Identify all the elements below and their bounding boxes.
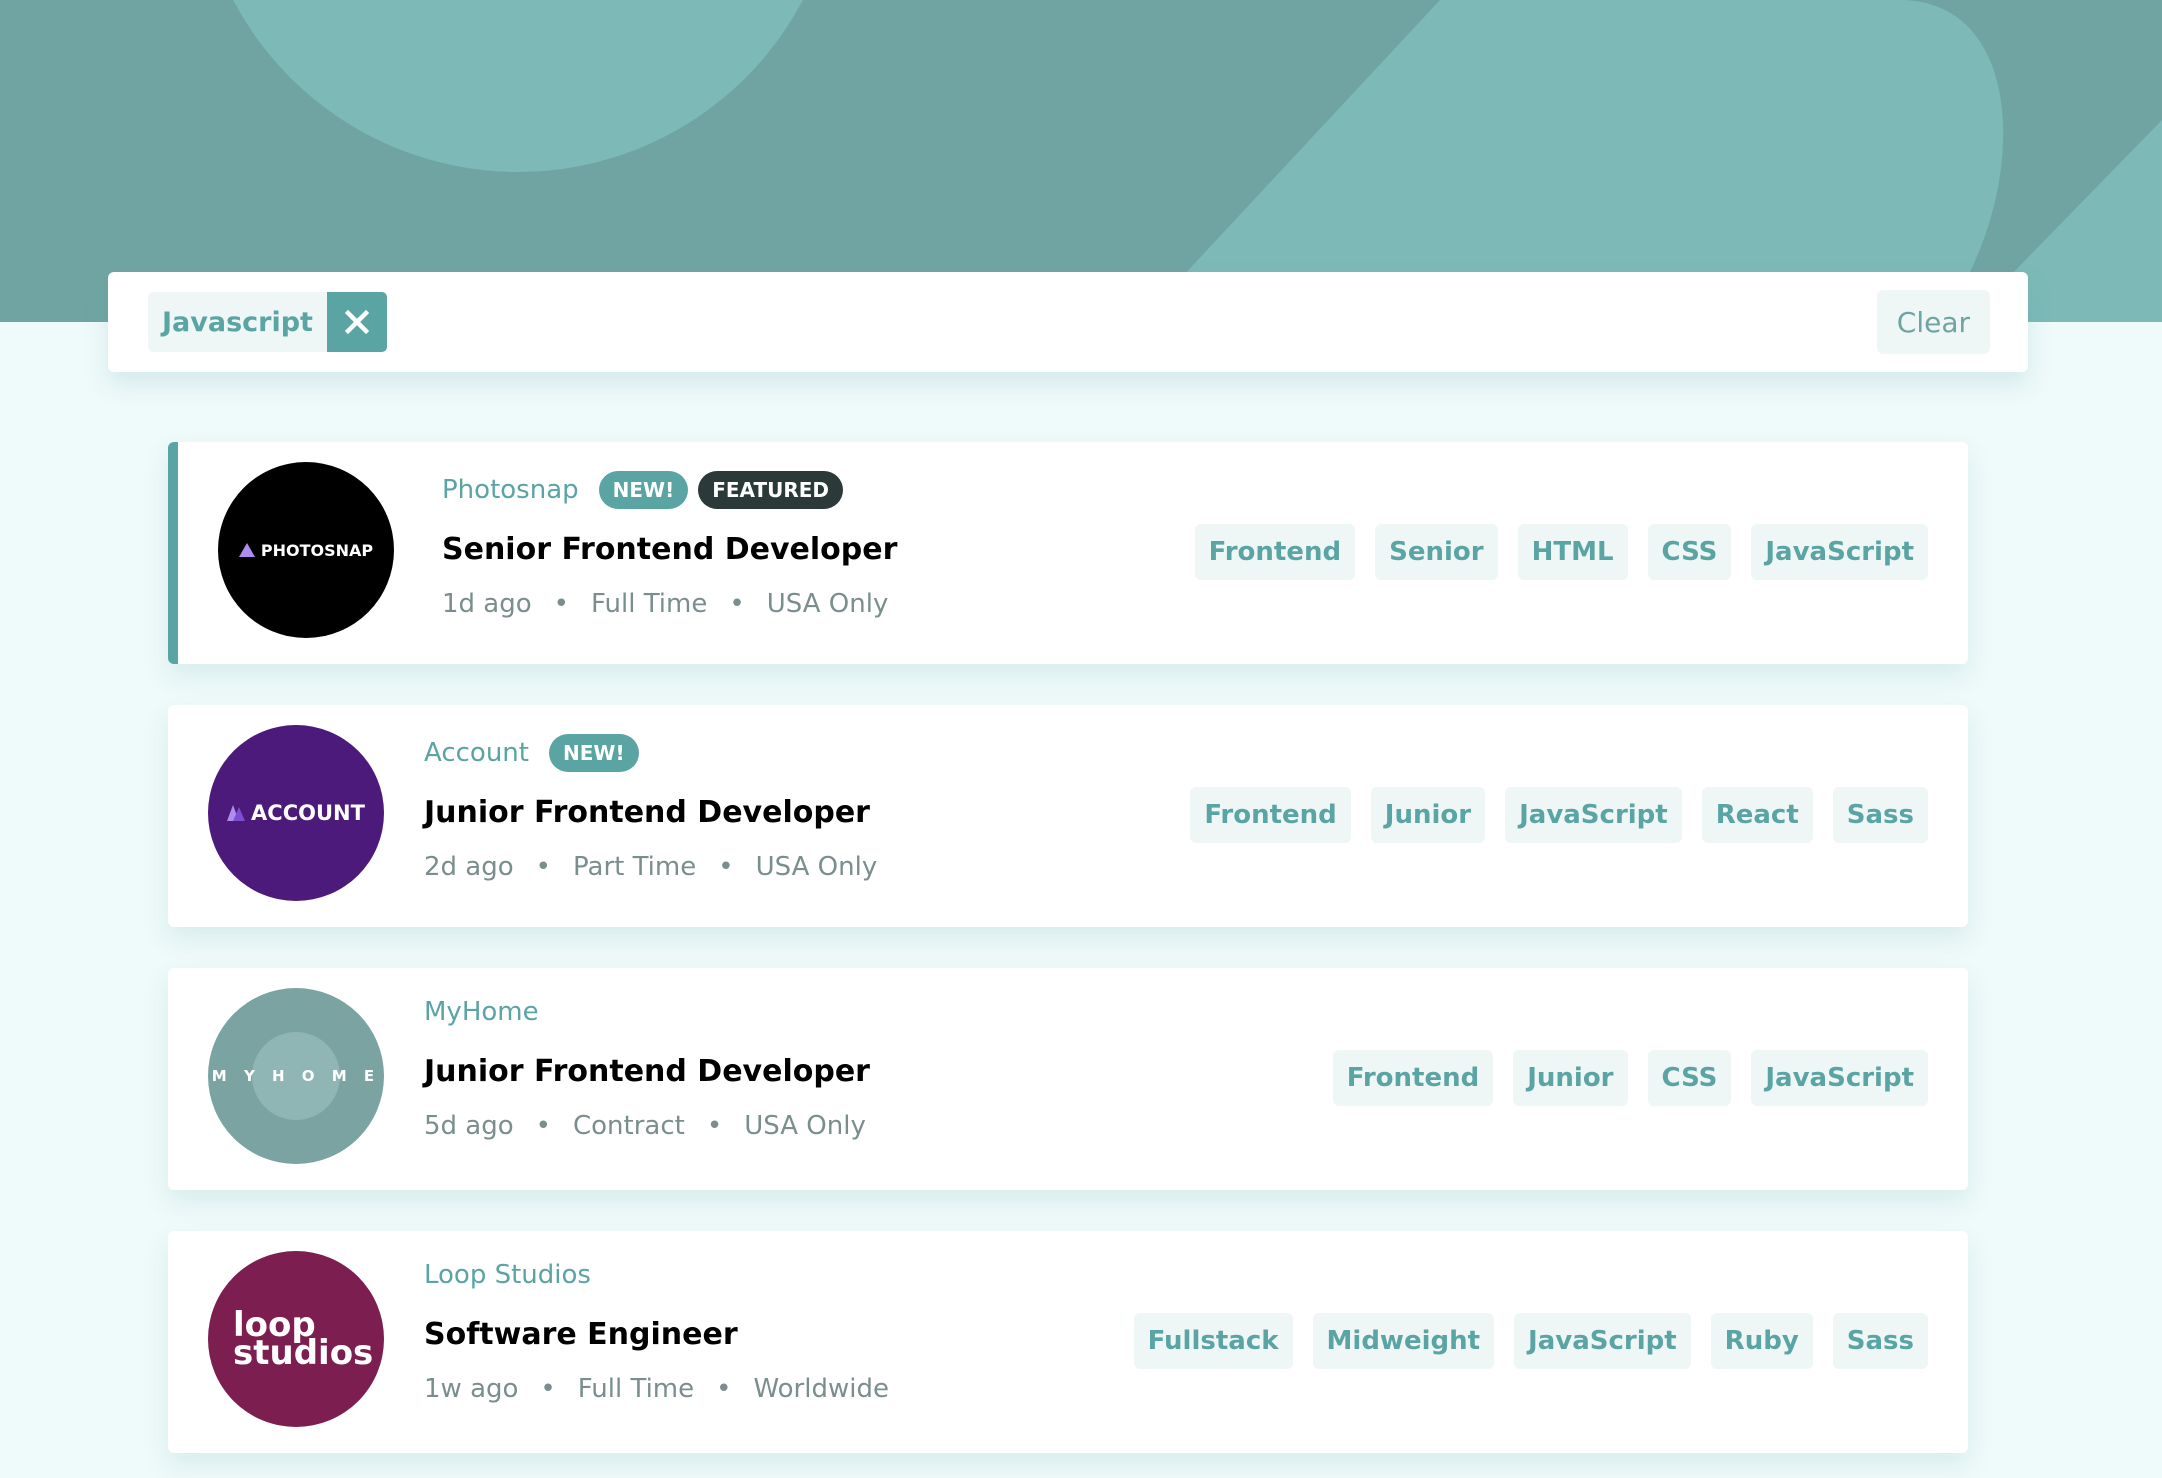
posted-at: 2d ago xyxy=(424,852,514,882)
featured-badge: FEATURED xyxy=(698,471,844,509)
posted-at: 5d ago xyxy=(424,1111,514,1141)
tag-button[interactable]: Frontend xyxy=(1194,524,1356,580)
separator-dot: • xyxy=(716,1374,732,1404)
tag-button[interactable]: Sass xyxy=(1832,1313,1928,1369)
tag-button[interactable]: HTML xyxy=(1517,524,1628,580)
contract-type: Part Time xyxy=(573,852,697,882)
job-position[interactable]: Software Engineer xyxy=(424,1317,889,1352)
job-tags: Frontend Junior CSS JavaScript xyxy=(1332,1050,1928,1106)
location: USA Only xyxy=(766,589,889,619)
triangle-logo-icon xyxy=(227,805,246,821)
separator-dot: • xyxy=(729,589,745,619)
job-card-photosnap: PHOTOSNAP Photosnap NEW! FEATURED Senior… xyxy=(168,442,1968,664)
remove-filter-button[interactable] xyxy=(326,292,387,352)
tag-button[interactable]: React xyxy=(1701,787,1813,843)
company-name[interactable]: MyHome xyxy=(424,997,539,1027)
tag-button[interactable]: Junior xyxy=(1513,1050,1628,1106)
job-card-account: ACCOUNT Account NEW! Junior Frontend Dev… xyxy=(168,705,1968,927)
contract-type: Full Time xyxy=(577,1374,695,1404)
tag-button[interactable]: Midweight xyxy=(1312,1313,1495,1369)
job-info: MyHome Junior Frontend Developer 5d ago … xyxy=(424,992,870,1141)
posted-at: 1d ago xyxy=(442,589,532,619)
tag-button[interactable]: Fullstack xyxy=(1133,1313,1293,1369)
contract-type: Full Time xyxy=(591,589,708,619)
tag-button[interactable]: JavaScript xyxy=(1505,787,1682,843)
job-tags: Fullstack Midweight JavaScript Ruby Sass xyxy=(1133,1313,1928,1369)
company-logo-account: ACCOUNT xyxy=(208,725,384,901)
job-position[interactable]: Junior Frontend Developer xyxy=(424,795,877,830)
tag-button[interactable]: JavaScript xyxy=(1514,1313,1691,1369)
company-logo-loop-studios: loop studios xyxy=(208,1251,384,1427)
job-info: Loop Studios Software Engineer 1w ago • … xyxy=(424,1255,889,1404)
separator-dot: • xyxy=(535,1111,551,1141)
posted-at: 1w ago xyxy=(424,1374,519,1404)
job-position[interactable]: Junior Frontend Developer xyxy=(424,1054,870,1089)
separator-dot: • xyxy=(535,852,551,882)
tag-button[interactable]: Frontend xyxy=(1190,787,1351,843)
logo-text: M Y H O M E xyxy=(211,1067,381,1085)
company-name[interactable]: Photosnap xyxy=(442,475,579,505)
logo-text: ACCOUNT xyxy=(251,801,365,825)
company-name[interactable]: Loop Studios xyxy=(424,1260,591,1290)
tag-button[interactable]: JavaScript xyxy=(1751,1050,1928,1106)
job-tags: Frontend Senior HTML CSS JavaScript xyxy=(1194,524,1928,580)
job-meta: 2d ago • Part Time • USA Only xyxy=(424,852,877,882)
logo-text-line-2: studios xyxy=(233,1333,374,1373)
tag-button[interactable]: JavaScript xyxy=(1751,524,1928,580)
company-logo-myhome: M Y H O M E xyxy=(208,988,384,1164)
new-badge: NEW! xyxy=(598,471,689,509)
contract-type: Contract xyxy=(573,1111,685,1141)
company-logo-photosnap: PHOTOSNAP xyxy=(218,462,394,638)
job-info: Account NEW! Junior Frontend Developer 2… xyxy=(424,733,877,882)
job-card-myhome: M Y H O M E MyHome Junior Frontend Devel… xyxy=(168,968,1968,1190)
separator-dot: • xyxy=(706,1111,723,1141)
logo-text: PHOTOSNAP xyxy=(260,540,374,560)
tag-button[interactable]: CSS xyxy=(1647,524,1732,580)
separator-dot: • xyxy=(553,589,569,619)
new-badge: NEW! xyxy=(548,734,639,772)
filter-chip-label: Javascript xyxy=(148,292,327,352)
job-position[interactable]: Senior Frontend Developer xyxy=(442,532,897,567)
tag-button[interactable]: Senior xyxy=(1375,524,1498,580)
tag-button[interactable]: Sass xyxy=(1832,787,1928,843)
job-card-loop-studios: loop studios Loop Studios Software Engin… xyxy=(168,1231,1968,1453)
company-name[interactable]: Account xyxy=(424,738,529,768)
filter-chip-javascript: Javascript xyxy=(148,292,387,352)
filter-bar: Javascript Clear xyxy=(108,272,2028,372)
job-tags: Frontend Junior JavaScript React Sass xyxy=(1190,787,1928,843)
tag-button[interactable]: Junior xyxy=(1370,787,1486,843)
job-info: Photosnap NEW! FEATURED Senior Frontend … xyxy=(442,470,897,619)
clear-button[interactable]: Clear xyxy=(1876,290,1990,354)
job-meta: 5d ago • Contract • USA Only xyxy=(424,1111,870,1141)
job-meta: 1w ago • Full Time • Worldwide xyxy=(424,1374,889,1404)
location: USA Only xyxy=(755,852,878,882)
tag-button[interactable]: Ruby xyxy=(1710,1313,1813,1369)
location: Worldwide xyxy=(753,1374,889,1404)
triangle-logo-icon xyxy=(238,543,255,557)
separator-dot: • xyxy=(718,852,734,882)
location: USA Only xyxy=(744,1111,866,1141)
close-icon xyxy=(344,310,369,334)
job-meta: 1d ago • Full Time • USA Only xyxy=(442,589,897,619)
tag-button[interactable]: CSS xyxy=(1647,1050,1732,1106)
separator-dot: • xyxy=(540,1374,556,1404)
tag-button[interactable]: Frontend xyxy=(1332,1050,1494,1106)
